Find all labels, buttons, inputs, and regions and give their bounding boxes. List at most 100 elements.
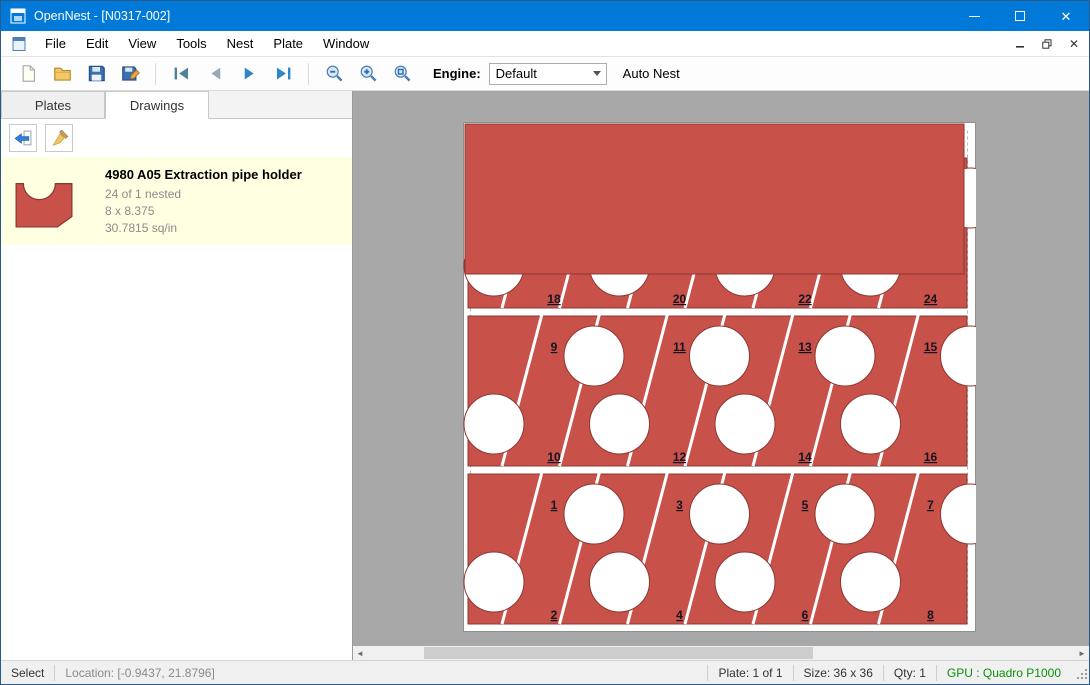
toolbar-separator <box>155 63 156 85</box>
plate[interactable]: 171819202122232491011121314151612345678 <box>463 122 976 632</box>
svg-text:6: 6 <box>802 608 809 622</box>
clean-icon <box>50 129 69 148</box>
scroll-left-icon[interactable]: ◄ <box>353 646 367 660</box>
status-qty: Qty: 1 <box>884 666 936 680</box>
horizontal-scrollbar[interactable]: ◄ ► <box>353 646 1089 660</box>
drawing-item-dimensions: 8 x 8.375 <box>105 203 302 220</box>
mdi-restore-button[interactable] <box>1035 34 1059 54</box>
nav-next-button[interactable] <box>232 60 266 88</box>
drawing-item-title: 4980 A05 Extraction pipe holder <box>105 167 302 182</box>
menu-item-file[interactable]: File <box>35 32 76 55</box>
svg-text:22: 22 <box>798 292 812 306</box>
svg-text:7: 7 <box>927 498 934 512</box>
svg-text:12: 12 <box>673 450 687 464</box>
maximize-icon <box>1015 11 1025 21</box>
nav-first-button[interactable] <box>164 60 198 88</box>
mdi-minimize-button[interactable] <box>1008 34 1032 54</box>
document-icon <box>11 36 27 52</box>
save-button[interactable] <box>79 60 113 88</box>
svg-text:5: 5 <box>802 498 809 512</box>
svg-text:8: 8 <box>927 608 934 622</box>
svg-text:1: 1 <box>551 498 558 512</box>
toolbar-separator <box>308 63 309 85</box>
new-file-icon <box>19 64 38 83</box>
mdi-minimize-icon <box>1015 39 1025 49</box>
status-gpu: GPU : Quadro P1000 <box>937 666 1071 680</box>
status-plate: Plate: 1 of 1 <box>708 666 792 680</box>
new-file-button[interactable] <box>11 60 45 88</box>
svg-text:9: 9 <box>551 340 558 354</box>
nav-prev-icon <box>206 64 225 83</box>
nav-last-icon <box>274 64 293 83</box>
svg-text:20: 20 <box>673 292 687 306</box>
drawing-list-item[interactable]: 4980 A05 Extraction pipe holder 24 of 1 … <box>1 157 352 245</box>
zoom-fit-icon <box>393 64 412 83</box>
part-thumbnail <box>13 165 105 237</box>
nesting-canvas[interactable]: 171819202122232491011121314151612345678 … <box>353 91 1089 660</box>
svg-text:10: 10 <box>547 450 561 464</box>
mdi-restore-icon <box>1042 39 1052 49</box>
save-edit-button[interactable] <box>113 60 147 88</box>
menu-item-plate[interactable]: Plate <box>263 32 313 55</box>
scroll-right-icon[interactable]: ► <box>1075 646 1089 660</box>
zoom-out-icon <box>325 64 344 83</box>
mdi-close-button[interactable]: ✕ <box>1062 34 1086 54</box>
menu-item-tools[interactable]: Tools <box>166 32 216 55</box>
close-button[interactable]: ✕ <box>1043 1 1089 31</box>
nav-next-icon <box>240 64 259 83</box>
main-area: Plates Drawings <box>1 91 1089 660</box>
nav-last-button[interactable] <box>266 60 300 88</box>
clean-button[interactable] <box>45 124 73 152</box>
svg-text:4: 4 <box>676 608 683 622</box>
engine-selected-value: Default <box>496 66 537 81</box>
open-folder-button[interactable] <box>45 60 79 88</box>
replace-part-icon <box>14 129 33 148</box>
svg-text:13: 13 <box>798 340 812 354</box>
sidebar-toolbar <box>1 119 352 157</box>
menu-item-edit[interactable]: Edit <box>76 32 118 55</box>
scrollbar-thumb[interactable] <box>424 647 813 659</box>
sidebar-tabs: Plates Drawings <box>1 91 352 119</box>
open-folder-icon <box>53 64 72 83</box>
window-title: OpenNest - [N0317-002] <box>34 9 170 23</box>
tab-plates[interactable]: Plates <box>1 91 105 118</box>
svg-text:2: 2 <box>551 608 558 622</box>
minimize-button[interactable] <box>951 1 997 31</box>
status-bar: Select Location: [-0.9437, 21.8796] Plat… <box>1 660 1089 684</box>
nav-prev-button[interactable] <box>198 60 232 88</box>
engine-select[interactable]: Default <box>489 63 607 85</box>
auto-nest-button[interactable]: Auto Nest <box>623 66 680 81</box>
app-icon <box>10 8 26 24</box>
menu-item-window[interactable]: Window <box>313 32 379 55</box>
app-window: OpenNest - [N0317-002] ✕ FileEditViewToo… <box>0 0 1090 685</box>
close-icon: ✕ <box>1061 10 1072 23</box>
zoom-fit-button[interactable] <box>385 60 419 88</box>
resize-grip[interactable] <box>1073 665 1089 681</box>
status-location: Location: [-0.9437, 21.8796] <box>55 666 224 680</box>
minimize-icon <box>969 16 980 17</box>
svg-text:16: 16 <box>924 450 938 464</box>
svg-text:14: 14 <box>798 450 812 464</box>
maximize-button[interactable] <box>997 1 1043 31</box>
menu-item-nest[interactable]: Nest <box>217 32 264 55</box>
plate-svg: 171819202122232491011121314151612345678 <box>463 122 976 632</box>
sidebar: Plates Drawings <box>1 91 353 660</box>
engine-label: Engine: <box>433 66 481 81</box>
menu-item-view[interactable]: View <box>118 32 166 55</box>
nav-first-icon <box>172 64 191 83</box>
title-bar: OpenNest - [N0317-002] ✕ <box>1 1 1089 31</box>
zoom-out-button[interactable] <box>317 60 351 88</box>
replace-part-button[interactable] <box>9 124 37 152</box>
svg-text:15: 15 <box>924 340 938 354</box>
zoom-in-button[interactable] <box>351 60 385 88</box>
drawing-item-text: 4980 A05 Extraction pipe holder 24 of 1 … <box>105 165 302 237</box>
menu-bar: FileEditViewToolsNestPlateWindow ✕ <box>1 31 1089 57</box>
drawing-item-nested: 24 of 1 nested <box>105 186 302 203</box>
scrollbar-track[interactable] <box>367 646 1075 660</box>
svg-text:18: 18 <box>547 292 561 306</box>
zoom-in-icon <box>359 64 378 83</box>
chevron-down-icon <box>593 71 601 76</box>
save-icon <box>87 64 106 83</box>
tab-drawings[interactable]: Drawings <box>105 91 209 119</box>
status-size: Size: 36 x 36 <box>794 666 883 680</box>
